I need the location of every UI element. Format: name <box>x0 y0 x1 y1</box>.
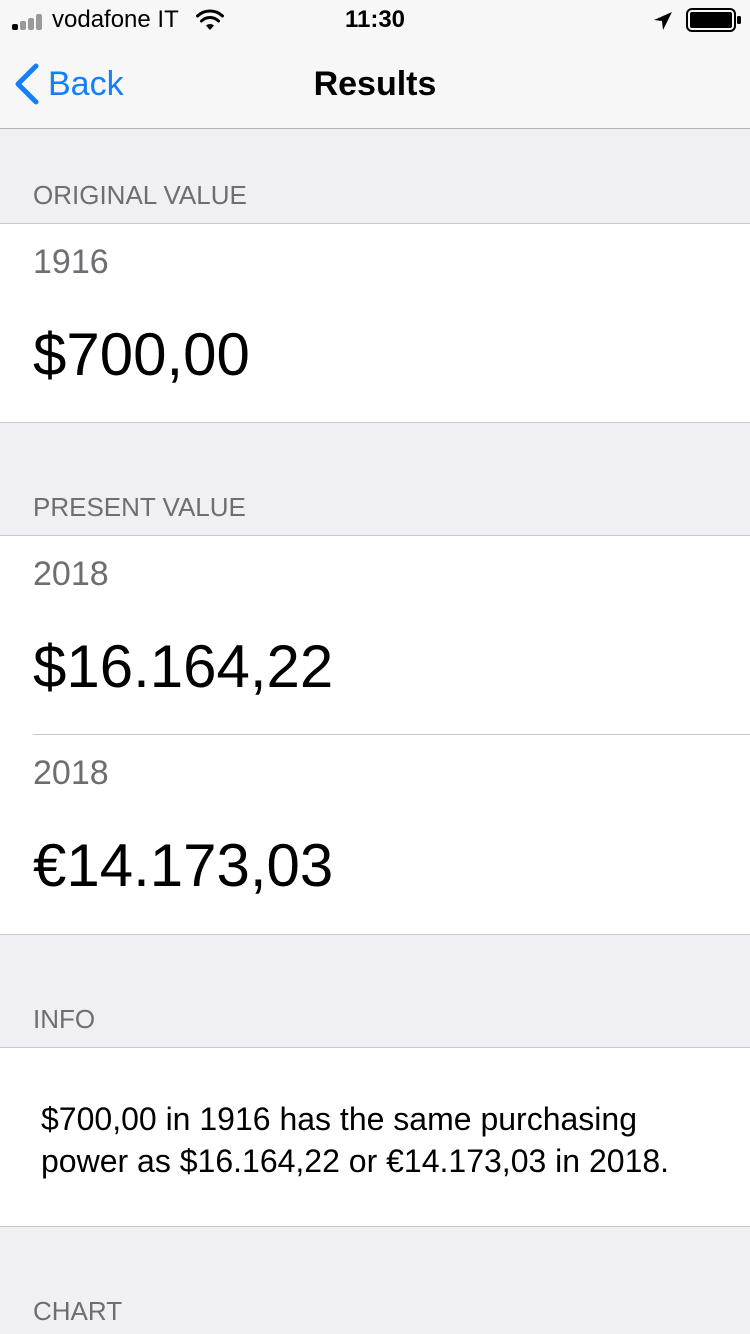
present-year: 2018 <box>33 555 109 593</box>
location-icon <box>654 12 672 30</box>
page-title: Results <box>313 65 437 103</box>
section-header-present: PRESENT VALUE <box>33 492 246 522</box>
present-value-eur-cell: 2018 €14.173,03 <box>33 734 750 933</box>
original-value-cell: 1916 $700,00 <box>0 224 750 422</box>
battery-icon <box>686 8 741 32</box>
present-value-usd-cell: 2018 $16.164,22 <box>0 536 750 734</box>
status-bar: vodafone IT 11:30 <box>0 0 750 40</box>
section-header-original: ORIGINAL VALUE <box>33 180 247 210</box>
original-value-group: 1916 $700,00 <box>0 223 750 423</box>
present-amount-usd: $16.164,22 <box>33 633 334 700</box>
section-header-chart: CHART <box>33 1296 123 1326</box>
present-year: 2018 <box>33 754 109 792</box>
info-group: $700,00 in 1916 has the same purchasing … <box>0 1047 750 1227</box>
status-time: 11:30 <box>344 6 406 33</box>
navigation-bar: Back Results <box>0 40 750 129</box>
section-header-info: INFO <box>33 1004 96 1034</box>
original-year: 1916 <box>33 243 109 281</box>
original-amount: $700,00 <box>33 321 250 388</box>
present-amount-eur: €14.173,03 <box>33 832 334 899</box>
present-value-group: 2018 $16.164,22 2018 €14.173,03 <box>0 535 750 935</box>
info-text: $700,00 in 1916 has the same purchasing … <box>41 1101 670 1179</box>
